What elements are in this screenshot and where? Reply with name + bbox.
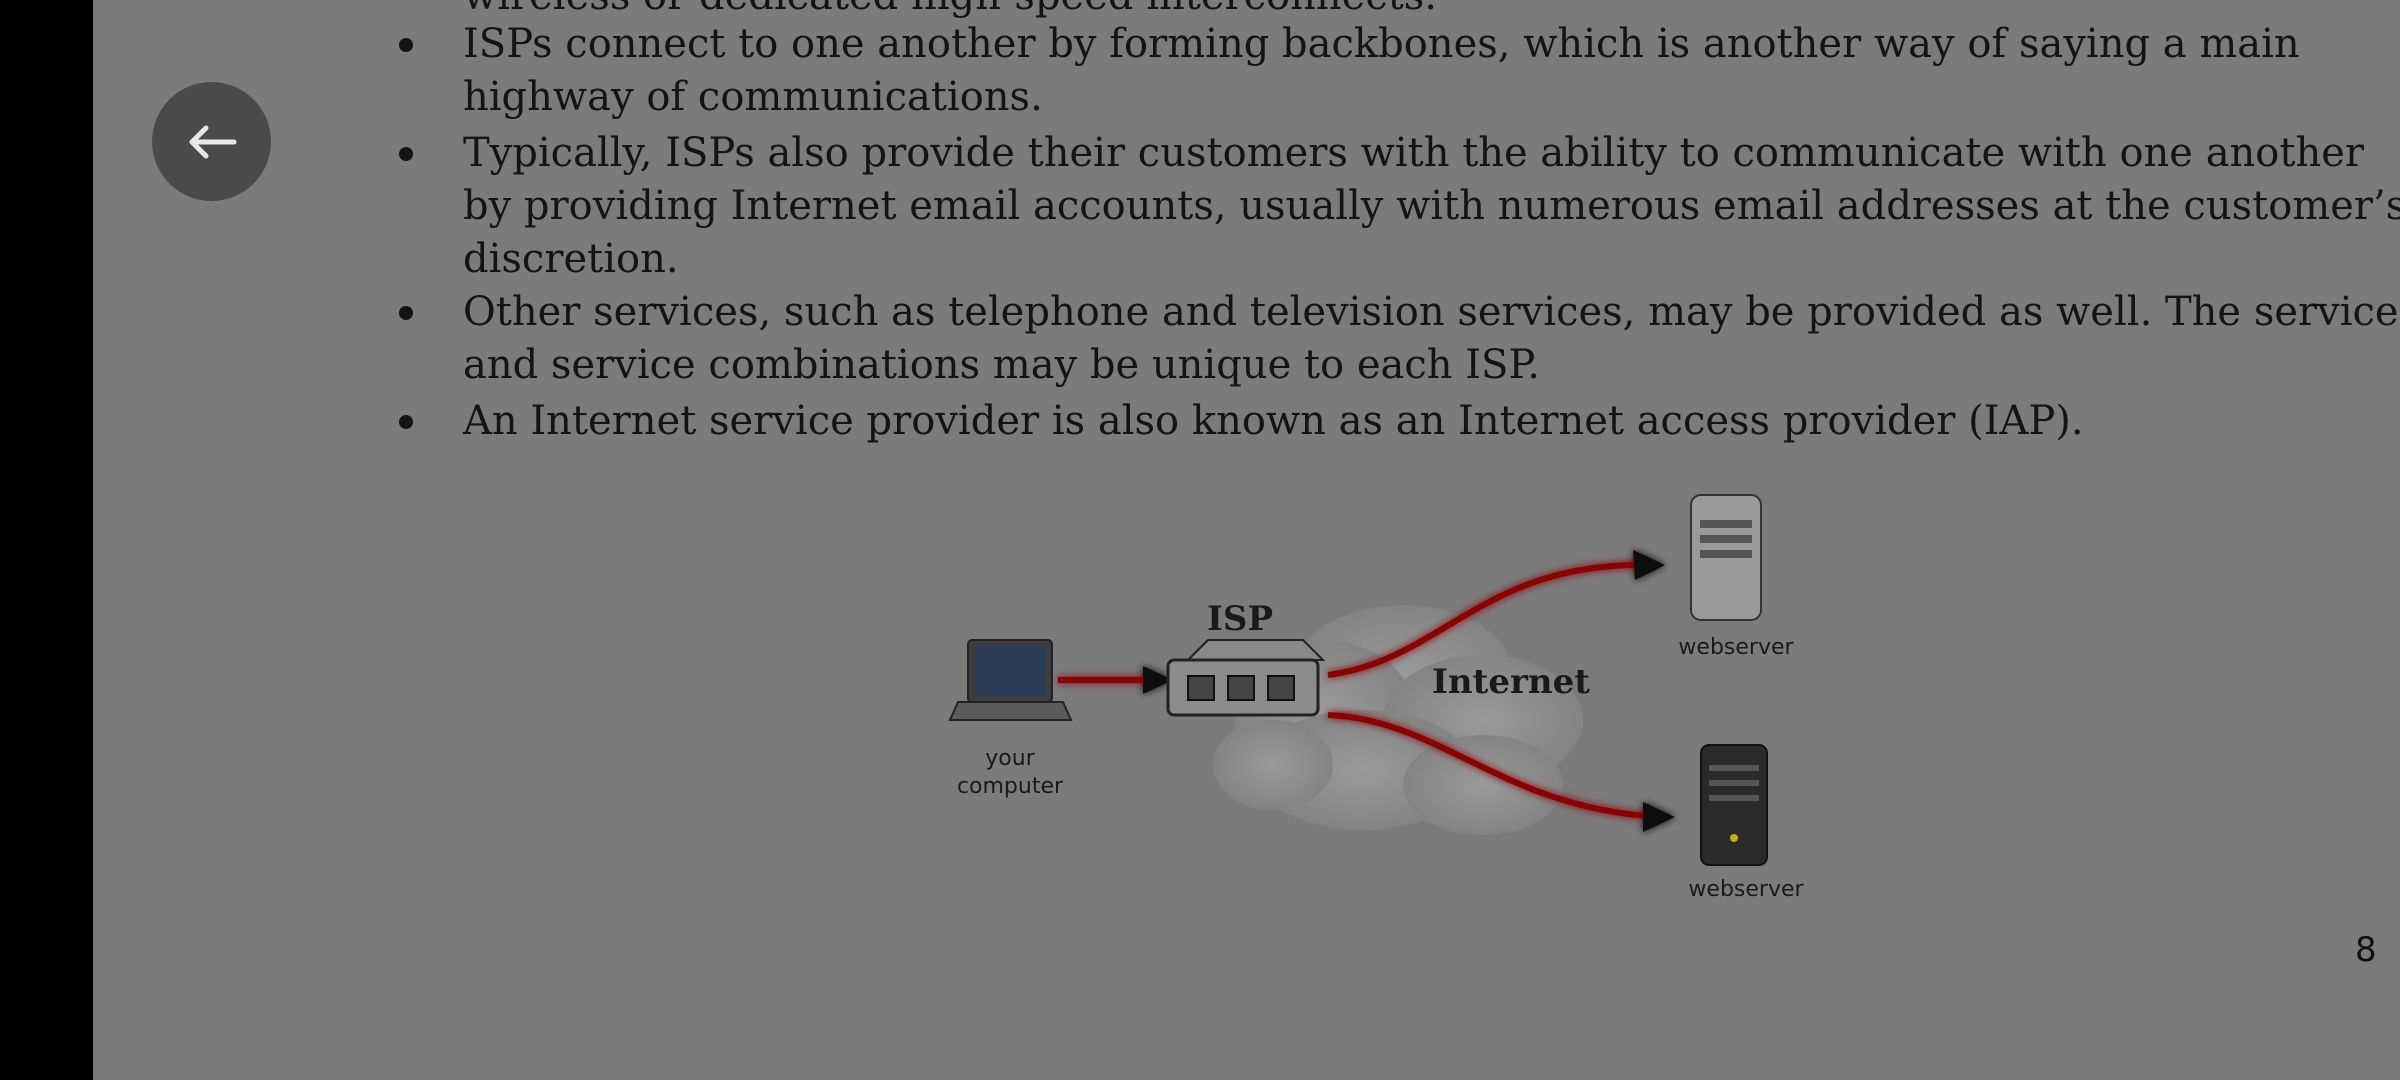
bullet-dot: [399, 147, 413, 161]
bullet-2-line-3: discretion.: [463, 236, 679, 282]
arrow-left-icon: [189, 125, 236, 158]
bullet-2-line-2: by providing Internet email accounts, us…: [463, 183, 2400, 229]
bullet-dot: [399, 306, 413, 320]
bullet-1-line-1: ISPs connect to one another by forming b…: [463, 21, 2300, 67]
page-number: 8: [2355, 930, 2377, 970]
your-label: your: [985, 746, 1035, 771]
arrow-to-isp: [1058, 666, 1173, 694]
bullet-3-line-2: and service combinations may be unique t…: [463, 342, 1540, 388]
isp-diagram: your computer ISP Internet webserver web…: [948, 494, 1805, 902]
webserver-icon: [1700, 744, 1768, 866]
left-black-margin: [0, 0, 93, 1080]
laptop-icon: [948, 639, 1073, 721]
computer-label: computer: [957, 774, 1064, 799]
bullet-4-line-1: An Internet service provider is also kno…: [463, 398, 2084, 444]
bullet-dot: [399, 415, 413, 429]
internet-label: Internet: [1432, 662, 1590, 702]
isp-router-icon: [1166, 639, 1326, 717]
bullet-2-line-1: Typically, ISPs also provide their custo…: [463, 130, 2365, 176]
isp-label: ISP: [1207, 599, 1273, 639]
bullet-1-line-2: highway of communications.: [463, 74, 1043, 120]
bullet-3-line-1: Other services, such as telephone and te…: [463, 289, 2400, 335]
document-page[interactable]: wireless or dedicated high-speed interco…: [93, 0, 2400, 1080]
webserver-top-label: webserver: [1678, 635, 1794, 660]
bullet-dot: [399, 38, 413, 52]
webserver-bottom-label: webserver: [1688, 877, 1804, 902]
back-button[interactable]: [152, 82, 271, 201]
webserver-icon: [1690, 494, 1762, 621]
